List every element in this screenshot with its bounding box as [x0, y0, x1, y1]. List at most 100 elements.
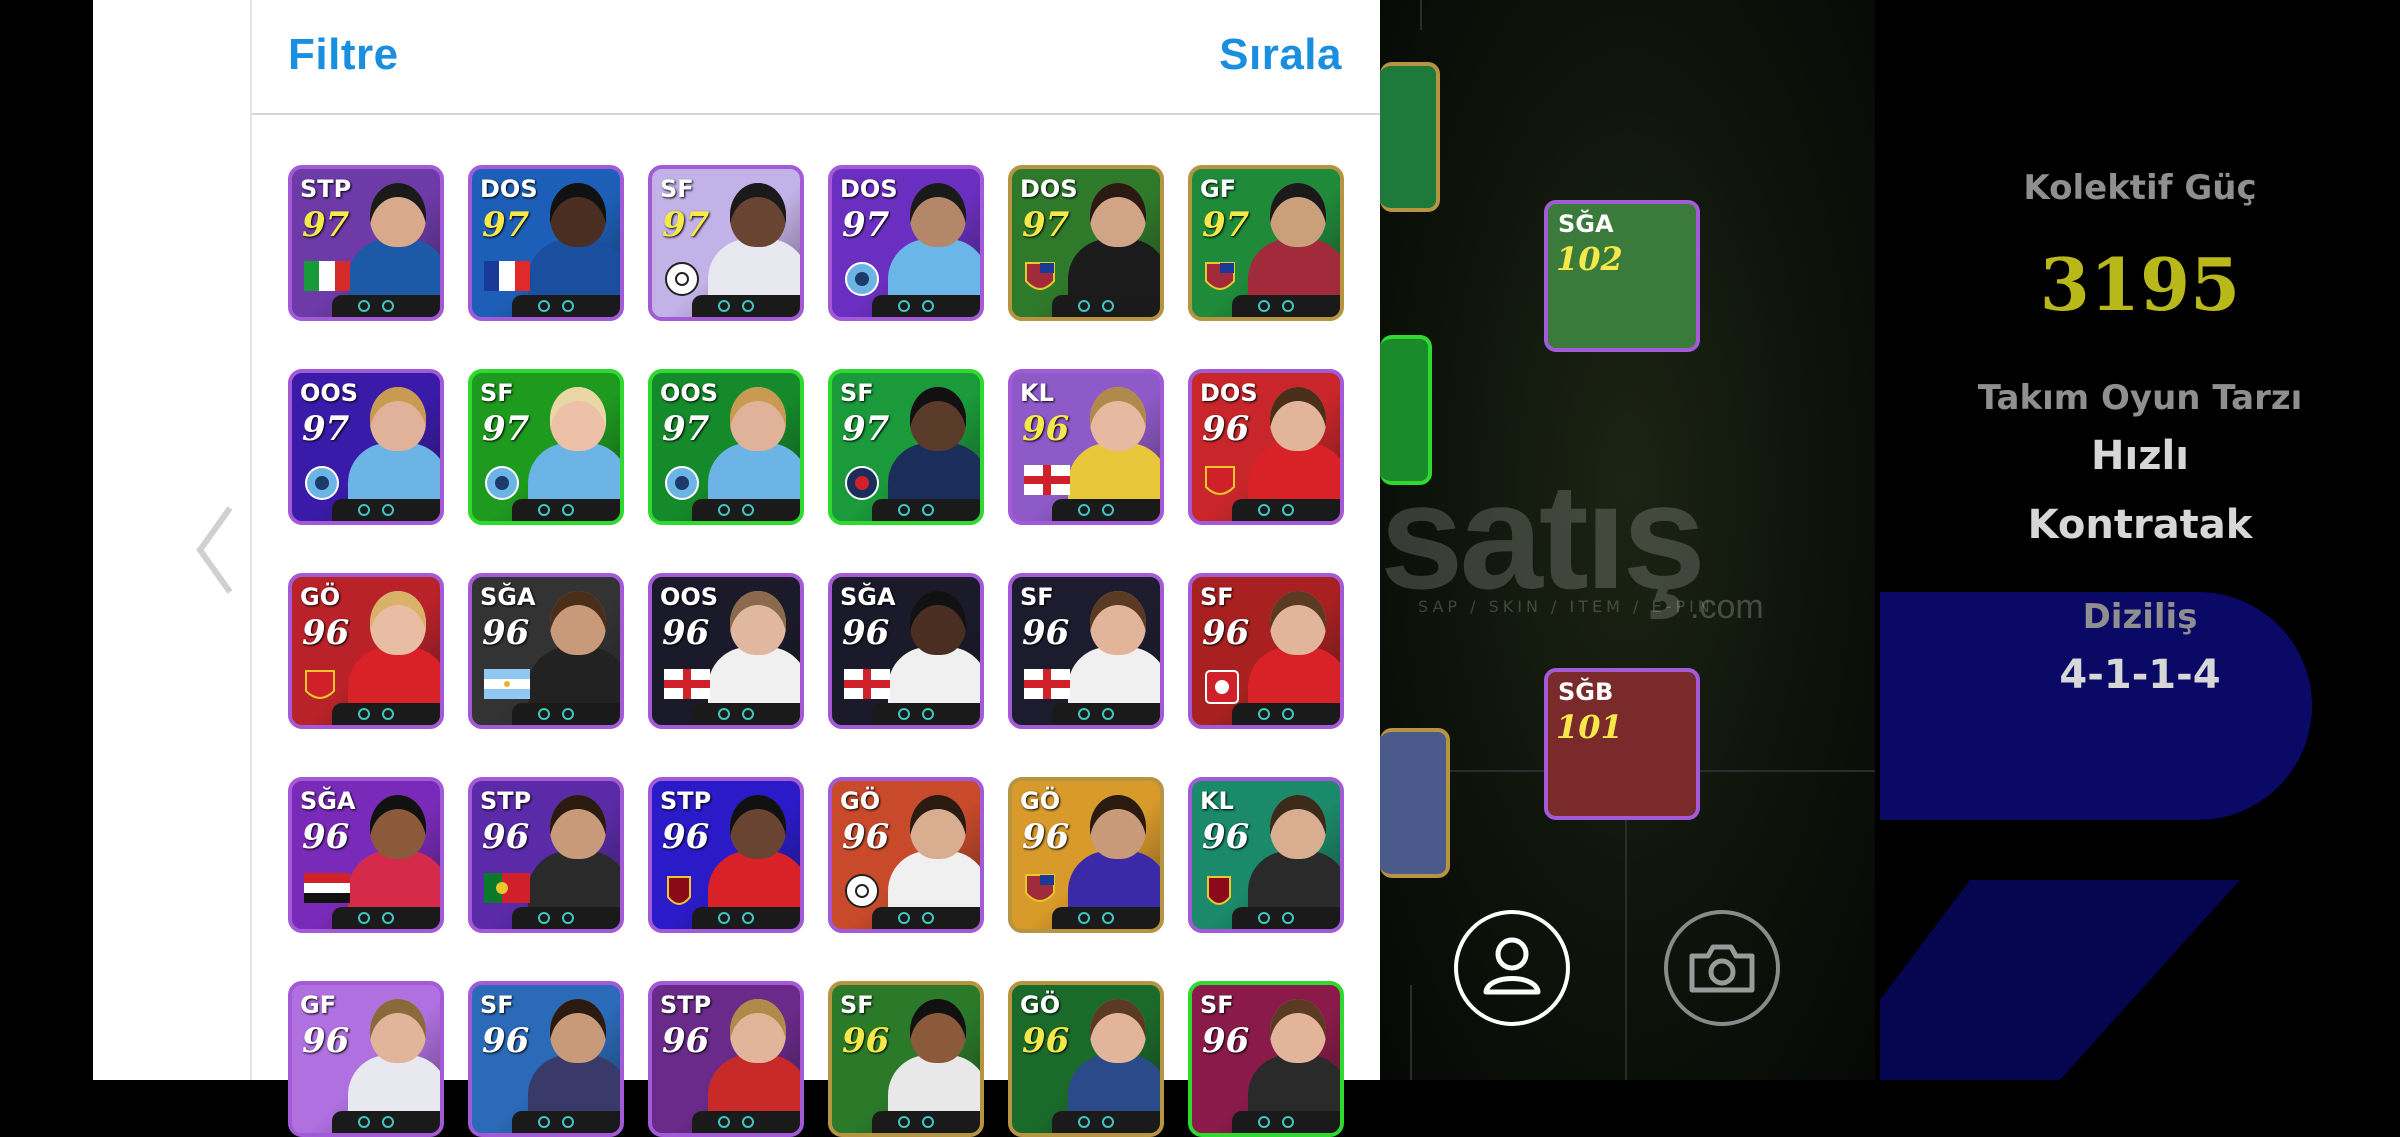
player-card[interactable]: OOS 97 — [288, 369, 444, 525]
player-card[interactable]: GÖ 96 — [828, 777, 984, 933]
player-card[interactable]: DOS 96 — [1188, 369, 1344, 525]
player-card[interactable]: GF 96 — [288, 981, 444, 1137]
player-card[interactable]: STP 97 — [288, 165, 444, 321]
card-rating: 97 — [662, 409, 710, 449]
skill-dot-icon — [742, 504, 754, 516]
card-position: GF — [1200, 175, 1237, 203]
player-card[interactable]: OOS 97 — [648, 369, 804, 525]
player-face — [1270, 183, 1326, 247]
player-card[interactable]: STP 96 — [648, 981, 804, 1137]
player-card[interactable]: SF 97 — [648, 165, 804, 321]
card-rating: 96 — [1022, 1021, 1070, 1061]
player-card[interactable]: STP 96 — [468, 777, 624, 933]
skill-dot-icon — [718, 300, 730, 312]
card-rating: 96 — [1202, 613, 1250, 653]
skill-dot-icon — [538, 300, 550, 312]
nation-flag-icon — [664, 873, 710, 905]
player-card[interactable]: DOS 97 — [468, 165, 624, 321]
skill-dot-icon — [382, 708, 394, 720]
player-kit — [708, 851, 800, 911]
skill-dot-icon — [538, 1116, 550, 1128]
card-rating: 96 — [1202, 817, 1250, 857]
player-card[interactable]: STP 96 — [648, 777, 804, 933]
formation-card-partial[interactable] — [1380, 62, 1440, 212]
chevron-left-icon[interactable] — [192, 500, 236, 600]
player-face — [1090, 183, 1146, 247]
card-rating: 96 — [842, 1021, 890, 1061]
card-position: DOS — [840, 175, 898, 203]
player-face — [1090, 999, 1146, 1063]
player-card[interactable]: SF 97 — [468, 369, 624, 525]
card-position: STP — [660, 787, 712, 815]
nation-flag-icon — [1204, 1077, 1250, 1107]
player-card[interactable]: GÖ 96 — [1008, 777, 1164, 933]
player-card[interactable]: DOS 97 — [828, 165, 984, 321]
player-kit — [888, 443, 980, 503]
player-card[interactable]: KL 96 — [1188, 777, 1344, 933]
player-kit — [708, 443, 800, 503]
profile-button[interactable] — [1454, 910, 1570, 1026]
player-card[interactable]: SF 97 — [828, 369, 984, 525]
nation-flag-icon — [484, 465, 530, 500]
skill-dot-icon — [538, 504, 550, 516]
player-portrait — [526, 585, 620, 707]
card-position: GÖ — [1020, 787, 1061, 815]
card-footer — [1232, 1111, 1340, 1133]
skill-dot-icon — [1258, 504, 1270, 516]
card-rating: 96 — [482, 1021, 530, 1061]
formation-card[interactable]: SĞA 102 — [1544, 200, 1700, 352]
card-position: GF — [300, 991, 337, 1019]
card-position: STP — [480, 787, 532, 815]
player-card[interactable]: SF 96 — [468, 981, 624, 1137]
player-portrait — [346, 993, 440, 1115]
camera-button[interactable] — [1664, 910, 1780, 1026]
card-position: SĞA — [480, 583, 536, 611]
card-position: DOS — [1020, 175, 1078, 203]
player-portrait — [886, 585, 980, 707]
card-footer — [1052, 907, 1160, 929]
player-portrait — [706, 585, 800, 707]
sort-button[interactable]: Sırala — [1219, 30, 1342, 80]
formation-card[interactable]: SĞB 101 — [1544, 668, 1700, 820]
player-kit — [348, 239, 440, 299]
player-face — [730, 591, 786, 655]
decorative-shape — [1880, 880, 2240, 1080]
skill-dot-icon — [1258, 708, 1270, 720]
card-footer — [332, 295, 440, 317]
card-rating: 96 — [842, 613, 890, 653]
card-rating: 96 — [1022, 613, 1070, 653]
nation-flag-icon — [1024, 1077, 1070, 1107]
card-rating: 96 — [302, 613, 350, 653]
player-portrait — [1066, 585, 1160, 707]
player-card[interactable]: SĞA 96 — [828, 573, 984, 729]
player-card[interactable]: SĞA 96 — [468, 573, 624, 729]
player-portrait — [886, 381, 980, 503]
card-position: DOS — [1200, 379, 1258, 407]
player-card[interactable]: OOS 96 — [648, 573, 804, 729]
card-rating: 96 — [662, 613, 710, 653]
card-footer — [872, 1111, 980, 1133]
skill-dot-icon — [1078, 300, 1090, 312]
player-card[interactable]: SF 96 — [1188, 981, 1344, 1137]
player-card[interactable]: GF 97 — [1188, 165, 1344, 321]
player-card[interactable]: DOS 97 — [1008, 165, 1164, 321]
filter-button[interactable]: Filtre — [288, 30, 399, 80]
player-card[interactable]: SF 96 — [828, 981, 984, 1137]
player-card[interactable]: GÖ 96 — [288, 573, 444, 729]
player-card[interactable]: KL 96 — [1008, 369, 1164, 525]
formation-card-partial[interactable] — [1380, 728, 1450, 878]
nation-flag-icon — [844, 1077, 890, 1107]
player-card[interactable]: SĞA 96 — [288, 777, 444, 933]
nation-flag-icon — [304, 1077, 350, 1107]
player-card[interactable]: SF 96 — [1188, 573, 1344, 729]
player-kit — [528, 239, 620, 299]
player-kit — [1248, 647, 1340, 707]
player-card[interactable]: GÖ 96 — [1008, 981, 1164, 1137]
card-position: SĞA — [1558, 210, 1614, 238]
nation-flag-icon — [1024, 465, 1070, 495]
player-kit — [1068, 443, 1160, 503]
skill-dot-icon — [898, 504, 910, 516]
player-card[interactable]: SF 96 — [1008, 573, 1164, 729]
skill-dot-icon — [1258, 1116, 1270, 1128]
skill-dot-icon — [382, 912, 394, 924]
